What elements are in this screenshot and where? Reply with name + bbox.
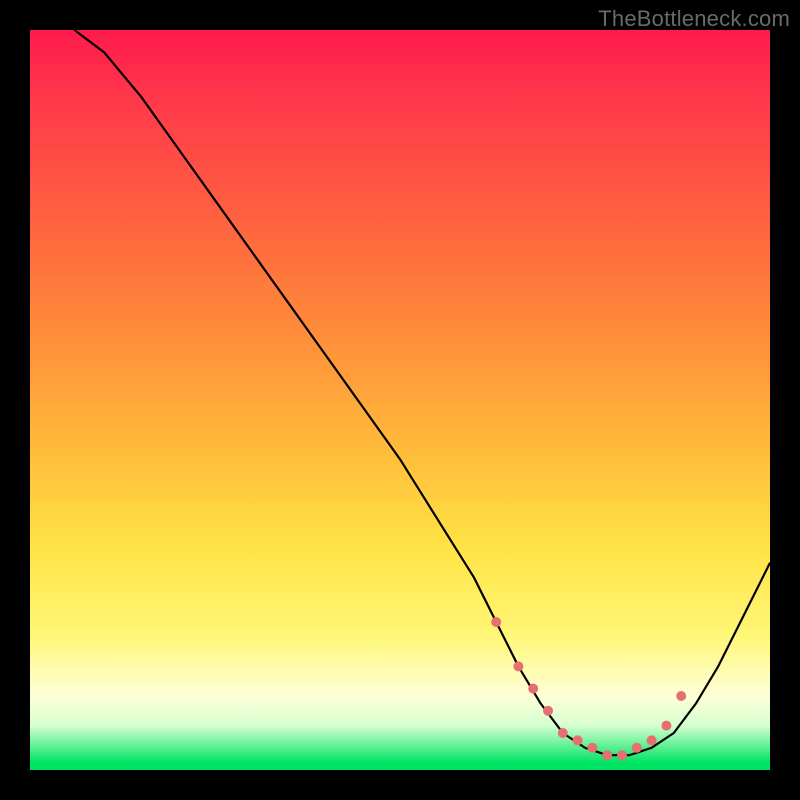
marker-dot [587, 743, 597, 753]
marker-dot [558, 728, 568, 738]
marker-dot [647, 735, 657, 745]
watermark-text: TheBottleneck.com [598, 6, 790, 32]
marker-dot [513, 661, 523, 671]
marker-dot [491, 617, 501, 627]
chart-frame: TheBottleneck.com [0, 0, 800, 800]
marker-dot [573, 735, 583, 745]
plot-area [30, 30, 770, 770]
marker-dot [617, 750, 627, 760]
bottleneck-curve-path [74, 30, 770, 755]
curve-layer [30, 30, 770, 770]
marker-dot [661, 721, 671, 731]
marker-dot [632, 743, 642, 753]
marker-dot [676, 691, 686, 701]
optimal-range-markers [491, 617, 686, 760]
marker-dot [528, 684, 538, 694]
marker-dot [543, 706, 553, 716]
marker-dot [602, 750, 612, 760]
